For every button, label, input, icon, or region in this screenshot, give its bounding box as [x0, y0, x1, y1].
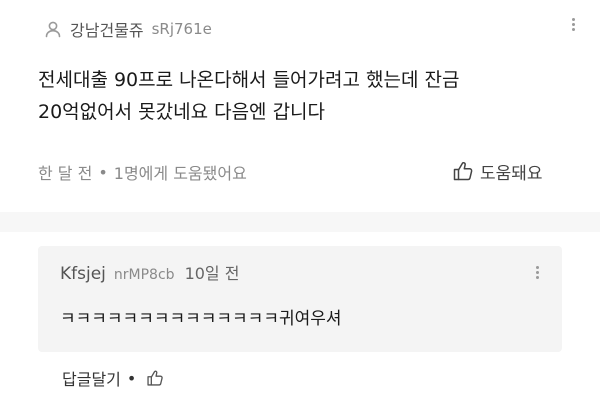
person-icon: [45, 21, 61, 38]
reply-author-id: nrMP8cb: [113, 267, 175, 283]
write-reply-link[interactable]: 답글달기: [62, 366, 121, 390]
reply-more-vertical-icon[interactable]: [534, 264, 540, 286]
helpful-count: 1명에게 도움됐어요: [113, 164, 247, 183]
reply-body: ㅋㅋㅋㅋㅋㅋㅋㅋㅋㅋㅋㅋㅋㅋ귀여우셔: [60, 309, 342, 329]
helpful-button[interactable]: 도움돼요: [452, 156, 543, 186]
reply-actions: 답글달기 •: [62, 366, 164, 390]
thumbs-up-icon: [453, 161, 473, 181]
thumbs-up-icon[interactable]: [146, 369, 164, 387]
comment-body-line2: 20억없어서 못갔네요 다음엔 갑니다: [38, 101, 326, 123]
comment-time: 한 달 전: [38, 164, 93, 183]
comment-body-line1: 전세대출 90프로 나온다해서 들어가려고 했는데 잔금: [38, 69, 460, 91]
meta-separator: •: [98, 162, 108, 182]
comment-author-id: sRj761e: [151, 20, 212, 38]
more-vertical-icon[interactable]: [570, 16, 576, 38]
reply-author-name[interactable]: Kfsjej: [60, 264, 106, 284]
comment-meta: 한 달 전 • 1명에게 도움됐어요: [38, 160, 247, 184]
reply-time: 10일 전: [184, 264, 240, 283]
reply-separator: •: [126, 368, 137, 388]
reply-author-row: Kfsjej nrMP8cb 10일 전: [60, 260, 239, 284]
comment-author-row: 강남건물쥬 sRj761e: [44, 14, 212, 44]
comment-card: 강남건물쥬 sRj761e 전세대출 90프로 나온다해서 들어가려고 했는데 …: [0, 0, 600, 200]
section-divider: [0, 212, 600, 232]
comment-author-name[interactable]: 강남건물쥬: [70, 17, 144, 41]
reply-card: Kfsjej nrMP8cb 10일 전 ㅋㅋㅋㅋㅋㅋㅋㅋㅋㅋㅋㅋㅋㅋ귀여우셔: [38, 246, 562, 352]
comment-body: 전세대출 90프로 나온다해서 들어가려고 했는데 잔금 20억없어서 못갔네요…: [38, 64, 578, 128]
helpful-button-label: 도움돼요: [480, 163, 543, 184]
